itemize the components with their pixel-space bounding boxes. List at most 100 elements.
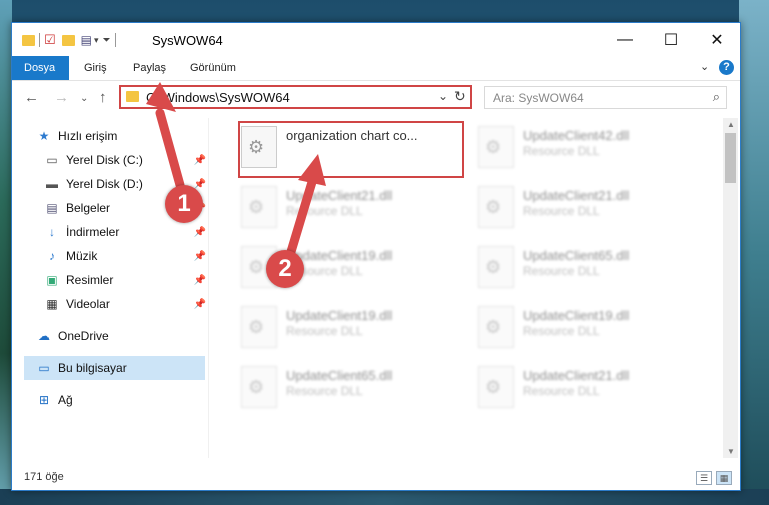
scroll-up-icon[interactable]: ▲ <box>727 120 735 129</box>
address-bar[interactable]: C:\Windows\SysWOW64 ⌄ ↻ <box>119 85 472 109</box>
search-placeholder: Ara: SysWOW64 <box>493 91 584 105</box>
sidebar-item-local-disk-c[interactable]: ▭ Yerel Disk (C:) 📌 <box>44 148 212 172</box>
new-folder-icon[interactable] <box>61 34 75 46</box>
vertical-scrollbar[interactable]: ▲ ▼ <box>723 118 738 458</box>
drive-icon: ▬ <box>46 177 58 191</box>
drive-icon: ▭ <box>46 153 58 167</box>
pin-icon: 📌 <box>193 226 206 238</box>
file-item[interactable]: UpdateClient21.dll Resource DLL <box>472 358 697 414</box>
search-icon[interactable]: ⌕ <box>713 89 720 105</box>
step-2-badge: 2 <box>266 250 304 288</box>
sidebar-item-label: OneDrive <box>58 329 109 343</box>
tab-view[interactable]: Görünüm <box>178 56 248 80</box>
sidebar-item-downloads[interactable]: ↓ İndirmeler 📌 <box>44 220 212 244</box>
title-bar: ☑ ▤ ▾ ⏷ SysWOW64 — ☐ ✕ <box>12 23 740 56</box>
file-explorer-window: ☑ ▤ ▾ ⏷ SysWOW64 — ☐ ✕ Dosya Giriş Payla… <box>11 22 741 491</box>
ribbon-tabs: Dosya Giriş Paylaş Görünüm ⌄ ? <box>12 56 740 81</box>
pin-icon: 📌 <box>193 274 206 286</box>
sidebar-item-music[interactable]: ♪ Müzik 📌 <box>44 244 212 268</box>
sidebar-item-onedrive[interactable]: ☁ OneDrive <box>36 324 212 348</box>
dll-file-icon <box>478 126 514 168</box>
scrollbar-thumb[interactable] <box>725 133 736 183</box>
tab-file[interactable]: Dosya <box>12 56 69 80</box>
file-name: UpdateClient19.dll <box>286 308 393 323</box>
file-type: Resource DLL <box>523 324 600 338</box>
sidebar-item-network[interactable]: ⊞ Ağ <box>36 388 212 412</box>
tab-share[interactable]: Paylaş <box>121 56 178 80</box>
large-icons-view-icon[interactable]: ▦ <box>716 471 732 485</box>
recent-locations-icon[interactable]: ⌄ <box>80 93 88 104</box>
back-button[interactable]: ← <box>24 89 39 106</box>
desktop-background-bottom <box>0 489 769 505</box>
close-button[interactable]: ✕ <box>694 23 740 56</box>
item-count: 171 öğe <box>24 471 64 483</box>
sidebar-item-label: Ağ <box>58 393 73 407</box>
file-type: Resource DLL <box>523 144 600 158</box>
scroll-down-icon[interactable]: ▼ <box>727 447 735 456</box>
help-icon[interactable]: ? <box>719 60 734 75</box>
search-input[interactable]: Ara: SysWOW64 ⌕ <box>484 86 727 109</box>
file-item[interactable]: UpdateClient65.dll Resource DLL <box>472 238 697 294</box>
dll-file-icon <box>478 306 514 348</box>
file-name: UpdateClient19.dll <box>523 308 630 323</box>
quick-access-toolbar: ☑ ▤ ▾ ⏷ <box>22 31 120 49</box>
customize-toolbar-icon[interactable]: ⏷ <box>103 35 111 46</box>
address-path[interactable]: C:\Windows\SysWOW64 <box>146 90 290 105</box>
sidebar-item-label: Resimler <box>66 273 114 287</box>
file-type: Resource DLL <box>523 264 600 278</box>
sidebar-item-pictures[interactable]: ▣ Resimler 📌 <box>44 268 212 292</box>
dll-file-icon <box>478 186 514 228</box>
star-icon: ★ <box>38 129 50 143</box>
tab-home[interactable]: Giriş <box>72 56 119 80</box>
folder-icon <box>22 34 35 46</box>
file-item[interactable]: UpdateClient21.dll Resource DLL <box>472 178 697 234</box>
file-list: organization chart co... UpdateClient42.… <box>217 118 717 458</box>
ribbon-collapse-icon[interactable]: ⌄ <box>700 60 709 73</box>
view-options-icon[interactable]: ▤ <box>81 33 92 47</box>
sidebar-item-label: Yerel Disk (D:) <box>66 177 143 191</box>
network-icon: ⊞ <box>38 393 50 407</box>
file-item[interactable]: UpdateClient65.dll Resource DLL <box>235 358 460 414</box>
sidebar-item-label: Müzik <box>66 249 98 263</box>
documents-icon: ▤ <box>46 201 58 215</box>
sidebar-item-label: İndirmeler <box>66 225 120 239</box>
file-name: UpdateClient42.dll <box>523 128 630 143</box>
navigation-pane: ★ Hızlı erişim ▭ Yerel Disk (C:) 📌 ▬ Yer… <box>12 118 208 458</box>
file-type: Resource DLL <box>523 204 600 218</box>
sidebar-item-this-pc[interactable]: ▭ Bu bilgisayar <box>24 356 205 380</box>
file-name: UpdateClient21.dll <box>286 188 393 203</box>
sidebar-item-label: Hızlı erişim <box>58 129 118 143</box>
sidebar-item-videos[interactable]: ▦ Videolar 📌 <box>44 292 212 316</box>
sidebar-item-label: Belgeler <box>66 201 111 215</box>
file-highlight-box <box>238 121 464 178</box>
up-button[interactable]: ↑ <box>99 89 107 106</box>
chevron-down-icon[interactable]: ⌄ <box>438 89 448 103</box>
maximize-button[interactable]: ☐ <box>648 23 694 56</box>
dll-file-icon <box>241 366 277 408</box>
sidebar-item-label: Yerel Disk (C:) <box>66 153 143 167</box>
file-item[interactable]: UpdateClient19.dll Resource DLL <box>472 298 697 354</box>
computer-icon: ▭ <box>38 361 50 375</box>
dropdown-arrow-icon[interactable]: ▾ <box>94 35 99 46</box>
file-name: UpdateClient21.dll <box>523 188 630 203</box>
minimize-button[interactable]: — <box>602 23 648 56</box>
file-item[interactable]: UpdateClient42.dll Resource DLL <box>472 118 697 174</box>
pin-icon: 📌 <box>193 298 206 310</box>
details-view-icon[interactable]: ☰ <box>696 471 712 485</box>
dll-file-icon <box>478 246 514 288</box>
file-item[interactable]: UpdateClient21.dll Resource DLL <box>235 178 460 234</box>
file-item[interactable]: UpdateClient19.dll Resource DLL <box>235 298 460 354</box>
sidebar-item-quick-access[interactable]: ★ Hızlı erişim <box>36 124 230 148</box>
dll-file-icon <box>478 366 514 408</box>
pane-divider[interactable] <box>208 118 209 458</box>
dll-file-icon <box>241 306 277 348</box>
forward-button[interactable]: → <box>54 89 69 106</box>
pin-icon: 📌 <box>193 250 206 262</box>
videos-icon: ▦ <box>46 297 58 311</box>
status-bar: 171 öğe ☰ ▦ <box>12 468 740 490</box>
sidebar-item-label: Videolar <box>66 297 110 311</box>
pictures-icon: ▣ <box>46 273 58 287</box>
properties-icon[interactable]: ☑ <box>44 32 56 48</box>
file-type: Resource DLL <box>286 324 363 338</box>
refresh-icon[interactable]: ↻ <box>454 88 466 105</box>
